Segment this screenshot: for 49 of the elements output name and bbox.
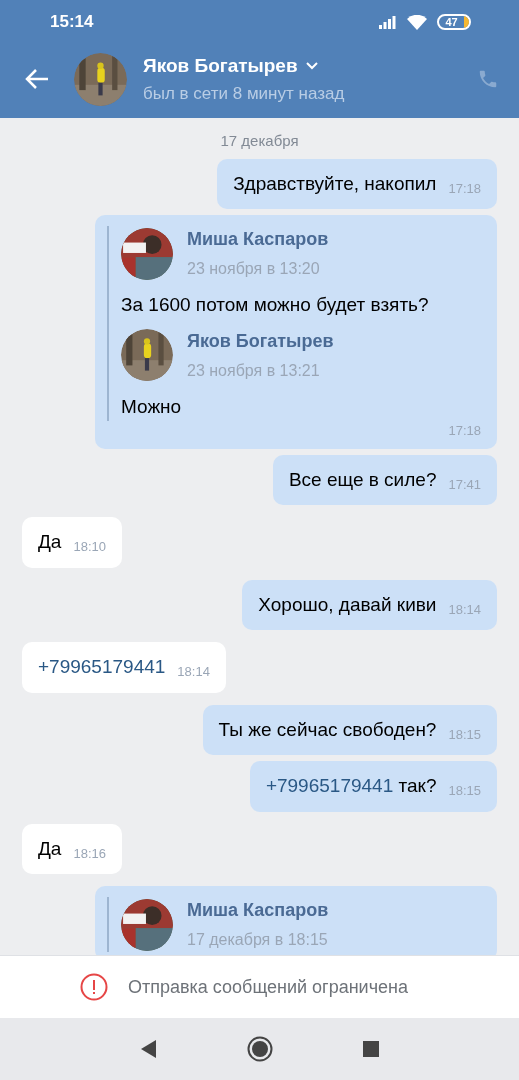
clock: 15:14 xyxy=(50,11,94,34)
warning-icon xyxy=(80,973,108,1001)
message-time: 17:18 xyxy=(448,179,481,198)
author-name[interactable]: Миша Каспаров xyxy=(187,897,329,924)
incoming-message[interactable]: Да 18:16 xyxy=(22,823,122,874)
message-text: Ты же сейчас свободен? xyxy=(218,717,437,742)
phone-link[interactable]: +79965179441 xyxy=(38,653,166,682)
message-time: 18:10 xyxy=(73,538,106,556)
outgoing-message[interactable]: Все еще в силе? 17:41 xyxy=(272,454,497,505)
chevron-down-icon[interactable] xyxy=(305,62,318,71)
outgoing-message[interactable]: +79965179441 так? 18:15 xyxy=(249,761,497,812)
message-time: 18:16 xyxy=(73,844,106,863)
message-text: Все еще в силе? xyxy=(288,467,437,492)
wifi-icon xyxy=(407,14,427,30)
message-time: 18:14 xyxy=(448,600,481,619)
message-text: Здравствуйте, накопил xyxy=(233,171,437,196)
home-nav-icon[interactable] xyxy=(246,1036,273,1062)
date-separator: 17 декабря xyxy=(220,131,299,151)
incoming-message[interactable]: +79965179441 18:14 xyxy=(22,642,226,693)
incoming-message[interactable]: Да 18:10 xyxy=(22,517,122,568)
message-text: Хорошо, давай киви xyxy=(258,592,437,617)
outgoing-message[interactable]: Хорошо, давай киви 18:14 xyxy=(242,579,497,630)
message-time: 17:18 xyxy=(448,422,481,440)
back-arrow-icon[interactable] xyxy=(24,68,50,90)
message-time: 18:15 xyxy=(448,782,481,800)
quote-date: 23 ноября в 13:21 xyxy=(187,360,321,381)
quote-date: 23 ноября в 13:20 xyxy=(187,259,321,279)
outgoing-message[interactable]: Ты же сейчас свободен? 18:15 xyxy=(202,704,497,755)
outgoing-message[interactable]: Здравствуйте, накопил 17:18 xyxy=(217,158,497,209)
message-text: Да xyxy=(38,530,62,554)
author-name[interactable]: Миша Каспаров xyxy=(187,226,329,253)
quoted-text: Можно xyxy=(121,394,183,419)
forwarded-message[interactable]: Миша Каспаров 23 ноября в 13:20 За 1600 потом можно будет взять? Яков Богатырев 23 ноября в 13:21 Можно 17:18 xyxy=(95,215,497,449)
message-time: 18:14 xyxy=(177,663,210,681)
message-text: +79965179441 так? xyxy=(265,774,437,798)
quote-date: 17 декабря в 18:15 xyxy=(187,930,329,950)
last-seen-status: был в сети 8 минут назад xyxy=(143,82,346,105)
author-name[interactable]: Яков Богатырев xyxy=(187,327,334,355)
message-text: Да xyxy=(38,836,62,861)
battery-level: 47 xyxy=(444,16,459,28)
contact-name[interactable]: Яков Богатырев xyxy=(143,52,298,81)
message-time: 18:15 xyxy=(448,725,481,744)
quoted-text: За 1600 потом можно будет взять? xyxy=(121,293,430,317)
back-nav-icon[interactable] xyxy=(140,1040,157,1058)
signal-icon xyxy=(379,15,397,29)
restriction-notice: Отправка сообщений ограничена xyxy=(128,975,408,999)
message-time: 17:41 xyxy=(448,475,481,494)
recents-nav-icon[interactable] xyxy=(362,1041,379,1057)
forwarded-message[interactable]: Миша Каспаров 17 декабря в 18:15 xyxy=(95,886,497,955)
